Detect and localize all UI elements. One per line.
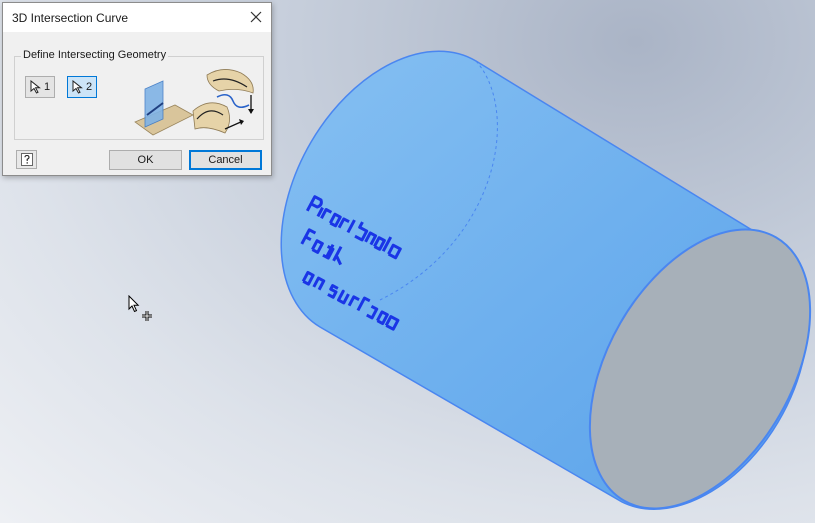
- title-bar[interactable]: 3D Intersection Curve: [3, 3, 271, 32]
- close-icon: [250, 11, 262, 23]
- select-geometry-1-button[interactable]: 1: [25, 76, 55, 98]
- select-cursor-icon: [30, 80, 41, 94]
- intersection-curve-dialog[interactable]: 3D Intersection Curve Define Intersectin…: [2, 2, 272, 176]
- cancel-button[interactable]: Cancel: [189, 150, 262, 170]
- intersection-illustration-icon: [134, 69, 254, 136]
- select-geometry-2-button[interactable]: 2: [67, 76, 97, 98]
- select-1-label: 1: [44, 81, 51, 93]
- dialog-title: 3D Intersection Curve: [12, 11, 129, 25]
- group-label: Define Intersecting Geometry: [21, 49, 169, 61]
- help-button[interactable]: [16, 150, 37, 169]
- mouse-cursor-move-icon: [128, 295, 152, 321]
- dialog-body: Define Intersecting Geometry 1 2 OK Canc…: [3, 32, 271, 175]
- ok-button[interactable]: OK: [109, 150, 182, 170]
- select-2-label: 2: [86, 81, 93, 93]
- cylinder-model[interactable]: [280, 50, 815, 523]
- close-button[interactable]: [241, 3, 271, 32]
- select-cursor-icon: [72, 80, 83, 94]
- help-icon: [21, 153, 33, 166]
